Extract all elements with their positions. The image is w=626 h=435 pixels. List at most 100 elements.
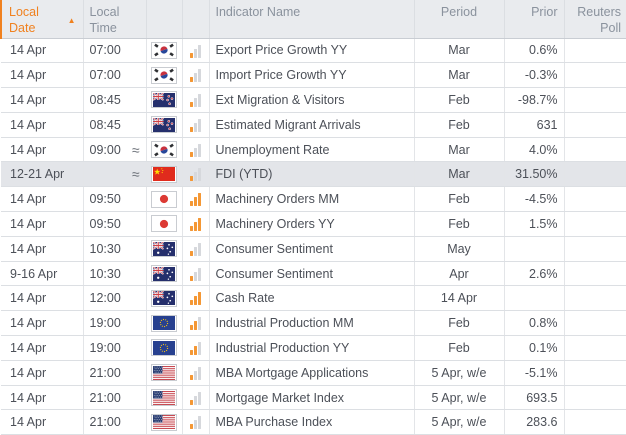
local-date-value: 14 Apr [1,385,83,410]
reuters-poll-value [564,38,626,63]
period-value: Feb [414,336,504,361]
local-time-cell: 07:00 [83,38,146,63]
local-date-value: 14 Apr [1,311,83,336]
column-header-prior[interactable]: Prior [504,0,564,38]
importance-cell [182,63,209,88]
economic-calendar-widget: Local Date ▲ Local Time Indicator Name P… [0,0,626,435]
country-flag-cell [146,336,182,361]
column-label-prior: Prior [531,5,557,19]
prior-value [504,286,564,311]
calendar-row[interactable]: 14 Apr 08:45 Ext Migration & Visitors Fe… [1,88,626,113]
period-value: Feb [414,311,504,336]
column-header-indicator-name[interactable]: Indicator Name [209,0,414,38]
importance-bars-icon [190,94,201,107]
column-header-importance[interactable] [182,0,209,38]
column-header-reuters-poll[interactable]: Reuters Poll [564,0,626,38]
period-value: 5 Apr, w/e [414,385,504,410]
reuters-poll-value [564,336,626,361]
period-value: 5 Apr, w/e [414,360,504,385]
prior-value: -4.5% [504,187,564,212]
approx-time-icon: ≈ [132,143,140,157]
importance-cell [182,385,209,410]
prior-value: 0.8% [504,311,564,336]
country-flag-cell [146,112,182,137]
period-value: Mar [414,38,504,63]
calendar-row[interactable]: 12-21 Apr ≈ FDI (YTD) Mar 31.50% [1,162,626,187]
local-date-value: 14 Apr [1,137,83,162]
calendar-row[interactable]: 9-16 Apr 10:30 Consumer Sentiment Apr 2.… [1,261,626,286]
calendar-row[interactable]: 14 Apr 07:00 Import Price Growth YY Mar … [1,63,626,88]
indicator-name-value: Consumer Sentiment [209,236,414,261]
reuters-poll-value [564,410,626,435]
column-header-period[interactable]: Period [414,0,504,38]
importance-bars-icon [190,69,201,82]
local-time-cell: 08:45 [83,112,146,137]
calendar-row[interactable]: 14 Apr 19:00 Industrial Production YY Fe… [1,336,626,361]
importance-cell [182,236,209,261]
reuters-poll-value [564,261,626,286]
local-time-value: 07:00 [90,68,121,82]
reuters-poll-value [564,385,626,410]
calendar-row[interactable]: 14 Apr 08:45 Estimated Migrant Arrivals … [1,112,626,137]
period-value: Mar [414,162,504,187]
calendar-row[interactable]: 14 Apr 10:30 Consumer Sentiment May [1,236,626,261]
importance-bars-icon [190,193,201,206]
period-value: Feb [414,212,504,237]
calendar-row[interactable]: 14 Apr 09:00 ≈ Unemployment Rate Mar 4.0… [1,137,626,162]
indicator-name-value: Mortgage Market Index [209,385,414,410]
local-time-cell: 09:00 ≈ [83,137,146,162]
indicator-name-value: Estimated Migrant Arrivals [209,112,414,137]
country-flag-cell [146,63,182,88]
calendar-row[interactable]: 14 Apr 21:00 Mortgage Market Index 5 Apr… [1,385,626,410]
indicator-name-value: Unemployment Rate [209,137,414,162]
local-time-value: 09:50 [90,192,121,206]
economic-calendar-table: Local Date ▲ Local Time Indicator Name P… [0,0,626,435]
column-header-local-time[interactable]: Local Time [83,0,146,38]
calendar-row[interactable]: 14 Apr 09:50 Machinery Orders MM Feb -4.… [1,187,626,212]
local-time-value: 09:50 [90,217,121,231]
country-flag-cell [146,137,182,162]
prior-value [504,236,564,261]
period-value: 5 Apr, w/e [414,410,504,435]
calendar-row[interactable]: 14 Apr 12:00 Cash Rate 14 Apr [1,286,626,311]
reuters-poll-value [564,112,626,137]
local-time-cell: 07:00 [83,63,146,88]
column-header-local-date[interactable]: Local Date ▲ [1,0,83,38]
reuters-poll-value [564,212,626,237]
country-flag-cell [146,212,182,237]
local-time-cell: 08:45 [83,88,146,113]
prior-value: 631 [504,112,564,137]
flag-new-zealand-icon [151,116,177,133]
country-flag-cell [146,88,182,113]
period-value: May [414,236,504,261]
prior-value: 0.6% [504,38,564,63]
indicator-name-value: Ext Migration & Visitors [209,88,414,113]
indicator-name-value: Machinery Orders MM [209,187,414,212]
local-time-cell: 19:00 [83,311,146,336]
calendar-row[interactable]: 14 Apr 21:00 MBA Purchase Index 5 Apr, w… [1,410,626,435]
prior-value: 4.0% [504,137,564,162]
prior-value: 0.1% [504,336,564,361]
period-value: Mar [414,63,504,88]
calendar-row[interactable]: 14 Apr 21:00 MBA Mortgage Applications 5… [1,360,626,385]
indicator-name-value: FDI (YTD) [209,162,414,187]
flag-japan-icon [151,215,177,232]
period-value: Apr [414,261,504,286]
local-date-value: 14 Apr [1,286,83,311]
calendar-row[interactable]: 14 Apr 09:50 Machinery Orders YY Feb 1.5… [1,212,626,237]
reuters-poll-value [564,236,626,261]
local-date-value: 14 Apr [1,187,83,212]
local-date-value: 14 Apr [1,88,83,113]
calendar-row[interactable]: 14 Apr 19:00 Industrial Production MM Fe… [1,311,626,336]
flag-south-korea-icon [151,67,177,84]
country-flag-cell [146,410,182,435]
local-time-cell: 09:50 [83,187,146,212]
header-row: Local Date ▲ Local Time Indicator Name P… [1,0,626,38]
importance-cell [182,410,209,435]
importance-bars-icon [190,45,201,58]
column-header-country-flag[interactable] [146,0,182,38]
local-time-cell: 21:00 [83,385,146,410]
period-value: Feb [414,187,504,212]
column-label-local-time: Local Time [90,4,132,37]
calendar-row[interactable]: 14 Apr 07:00 Export Price Growth YY Mar … [1,38,626,63]
